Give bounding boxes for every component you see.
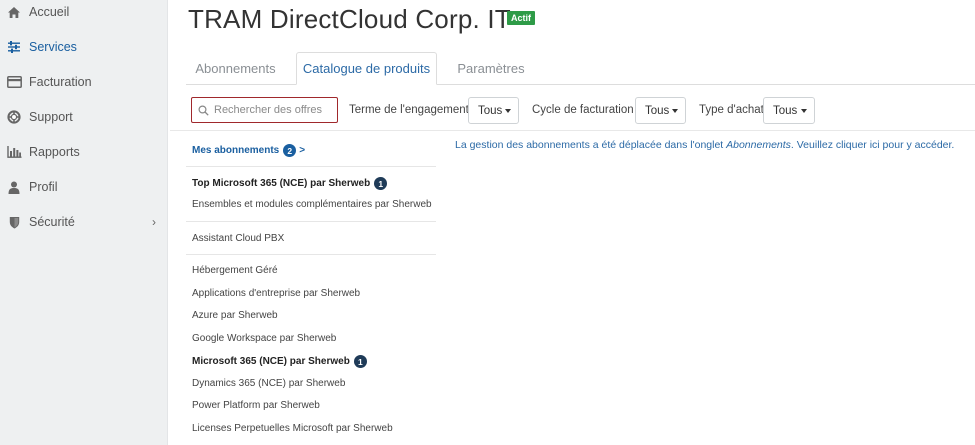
sidebar-item-support[interactable]: Support xyxy=(0,102,168,132)
sidebar-item-securite[interactable]: Sécurité › xyxy=(0,207,168,237)
shield-icon xyxy=(6,214,22,230)
sidebar-item-label: Facturation xyxy=(29,75,92,89)
sidebar-item-services[interactable]: Services xyxy=(0,32,168,62)
list-item-hosting[interactable]: Hébergement Géré xyxy=(192,265,278,276)
list-item-google-workspace[interactable]: Google Workspace par Sherweb xyxy=(192,333,336,344)
term-dropdown-value: Tous xyxy=(478,104,503,117)
user-icon xyxy=(6,179,22,195)
my-subscriptions-label: Mes abonnements xyxy=(192,145,280,156)
list-item-azure[interactable]: Azure par Sherweb xyxy=(192,310,278,321)
list-item-dynamics[interactable]: Dynamics 365 (NCE) par Sherweb xyxy=(192,378,345,389)
list-item-label: Microsoft 365 (NCE) par Sherweb xyxy=(192,356,350,367)
sidebar-item-accueil[interactable]: Accueil xyxy=(0,0,168,27)
sidebar-item-rapports[interactable]: Rapports xyxy=(0,137,168,167)
info-text-emphasis: Abonnements xyxy=(726,139,791,151)
tab-parametres[interactable]: Paramètres xyxy=(450,52,532,85)
count-badge: 1 xyxy=(374,177,388,190)
purchase-dropdown-value: Tous xyxy=(773,104,798,117)
term-dropdown[interactable]: Tous xyxy=(468,97,519,124)
sidebar-item-label: Profil xyxy=(29,180,58,194)
list-item-perpetual-licenses[interactable]: Licenses Perpetuelles Microsoft par Sher… xyxy=(192,423,393,434)
list-divider xyxy=(186,221,436,222)
sidebar-item-label: Support xyxy=(29,110,73,124)
term-filter-label: Terme de l'engagement : xyxy=(349,104,476,116)
lifebuoy-icon xyxy=(6,109,22,125)
page-title: TRAM DirectCloud Corp. IT xyxy=(188,4,511,34)
status-badge: Actif xyxy=(507,11,535,25)
info-text-start: La gestion des abonnements a été déplacé… xyxy=(455,139,727,151)
search-input[interactable] xyxy=(214,104,334,116)
chevron-right-icon: > xyxy=(299,145,306,156)
list-item-m365[interactable]: Microsoft 365 (NCE) par Sherweb 1 xyxy=(192,355,367,368)
list-item-bundles[interactable]: Ensembles et modules complémentaires par… xyxy=(192,199,432,210)
sidebar-item-label: Accueil xyxy=(29,5,70,19)
list-item-cloud-pbx[interactable]: Assistant Cloud PBX xyxy=(192,233,284,244)
billing-dropdown-value: Tous xyxy=(645,104,670,117)
count-badge: 2 xyxy=(283,144,297,157)
credit-card-icon xyxy=(6,74,22,90)
search-icon xyxy=(198,104,210,116)
list-item-label: Top Microsoft 365 (NCE) par Sherweb xyxy=(192,178,371,189)
list-divider xyxy=(186,166,436,167)
caret-down-icon xyxy=(505,109,511,113)
sidebar-item-facturation[interactable]: Facturation xyxy=(0,67,168,97)
purchase-filter-label: Type d'achat: xyxy=(699,104,768,116)
subscriptions-moved-message[interactable]: La gestion des abonnements a été déplacé… xyxy=(455,139,954,151)
sidebar-item-label: Rapports xyxy=(29,145,80,159)
sliders-icon xyxy=(6,39,22,55)
list-divider xyxy=(186,254,436,255)
sidebar-item-label: Sécurité xyxy=(29,215,75,229)
list-item-power-platform[interactable]: Power Platform par Sherweb xyxy=(192,400,320,411)
count-badge: 1 xyxy=(353,355,367,368)
list-item-top-m365[interactable]: Top Microsoft 365 (NCE) par Sherweb 1 xyxy=(192,177,388,190)
bar-chart-icon xyxy=(6,144,22,160)
home-icon xyxy=(6,4,22,20)
sidebar: Accueil Services Facturation Support Rap… xyxy=(0,0,168,445)
tab-abonnements[interactable]: Abonnements xyxy=(188,52,283,85)
search-box[interactable] xyxy=(191,97,338,123)
purchase-dropdown[interactable]: Tous xyxy=(763,97,815,124)
tab-catalogue-de-produits[interactable]: Catalogue de produits xyxy=(296,52,437,85)
caret-down-icon xyxy=(801,109,807,113)
my-subscriptions-link[interactable]: Mes abonnements 2 > xyxy=(192,144,305,157)
billing-filter-label: Cycle de facturation : xyxy=(532,104,641,116)
sidebar-item-profil[interactable]: Profil xyxy=(0,172,168,202)
caret-down-icon xyxy=(672,109,678,113)
billing-dropdown[interactable]: Tous xyxy=(635,97,686,124)
list-item-business-apps[interactable]: Applications d'entreprise par Sherweb xyxy=(192,288,360,299)
info-text-end: . Veuillez cliquer ici pour y accéder. xyxy=(790,139,955,151)
sidebar-item-label: Services xyxy=(29,40,77,54)
filters-divider xyxy=(170,130,975,131)
chevron-right-icon: › xyxy=(152,215,156,229)
